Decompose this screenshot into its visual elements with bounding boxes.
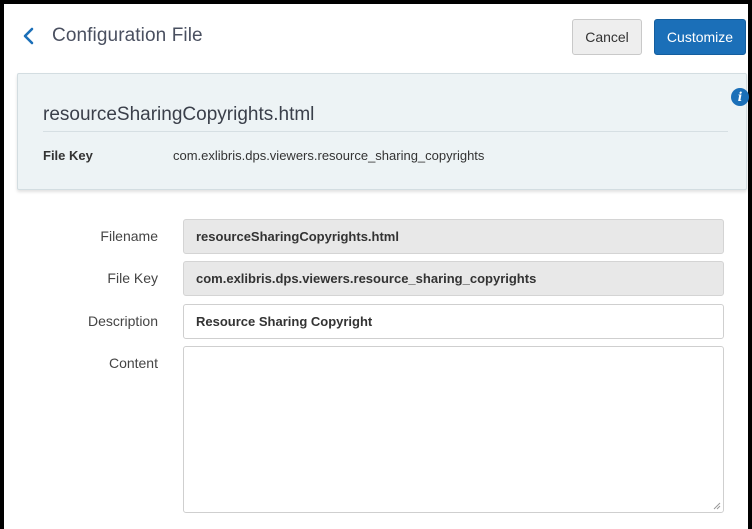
filename-label: Filename: [100, 228, 158, 244]
summary-file-key-label: File Key: [43, 148, 93, 163]
content-label: Content: [108, 355, 158, 371]
chevron-left-icon: [23, 27, 34, 45]
summary-divider: [43, 131, 728, 132]
configuration-file-page: Configuration File Cancel Customize reso…: [4, 4, 749, 529]
file-summary-panel: resourceSharingCopyrights.html File Key …: [17, 73, 747, 190]
page-header: Configuration File Cancel Customize: [4, 4, 748, 68]
summary-file-key-value: com.exlibris.dps.viewers.resource_sharin…: [173, 148, 485, 163]
description-input[interactable]: Resource Sharing Copyright: [183, 304, 724, 339]
filename-field: resourceSharingCopyrights.html: [183, 219, 724, 254]
file-key-field: com.exlibris.dps.viewers.resource_sharin…: [183, 261, 724, 296]
description-label: Description: [87, 313, 158, 329]
info-icon[interactable]: i: [731, 88, 749, 106]
summary-filename: resourceSharingCopyrights.html: [43, 104, 315, 125]
content-textarea[interactable]: [183, 346, 724, 513]
back-button[interactable]: [18, 24, 38, 48]
cancel-button[interactable]: Cancel: [572, 19, 642, 55]
resize-grip-icon[interactable]: [713, 502, 721, 510]
file-key-label: File Key: [107, 270, 158, 286]
customize-button[interactable]: Customize: [654, 19, 746, 55]
page-title: Configuration File: [52, 25, 203, 46]
